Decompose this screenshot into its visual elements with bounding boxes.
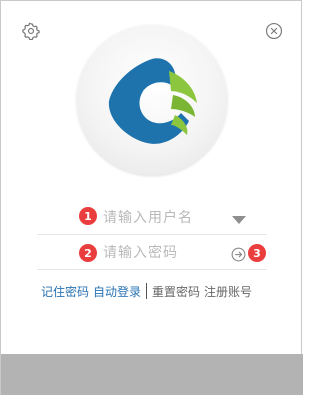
password-input[interactable] (103, 242, 233, 264)
register-account-link[interactable]: 注册账号 (204, 283, 252, 300)
company-logo (108, 58, 197, 144)
auto-login-link[interactable]: 自动登录 (93, 283, 141, 300)
step-badge-1: 1 (79, 207, 97, 225)
login-window: 1 2 3 记住密码 自动登录 重置密码 注册账号 (0, 0, 303, 395)
caret-down-icon[interactable] (232, 210, 246, 224)
login-options: 记住密码 自动登录 重置密码 注册账号 (41, 283, 252, 299)
step-badge-3: 3 (248, 244, 266, 262)
step-badge-2: 2 (79, 244, 97, 262)
reset-password-link[interactable]: 重置密码 (152, 283, 200, 300)
remember-password-link[interactable]: 记住密码 (41, 283, 89, 300)
footer-bar (1, 354, 303, 395)
divider (146, 283, 148, 299)
gear-icon[interactable] (21, 21, 41, 41)
username-input[interactable] (103, 207, 233, 229)
arrow-right-circle-icon[interactable] (231, 247, 246, 262)
avatar (77, 25, 227, 175)
close-circle-icon[interactable] (264, 21, 284, 41)
